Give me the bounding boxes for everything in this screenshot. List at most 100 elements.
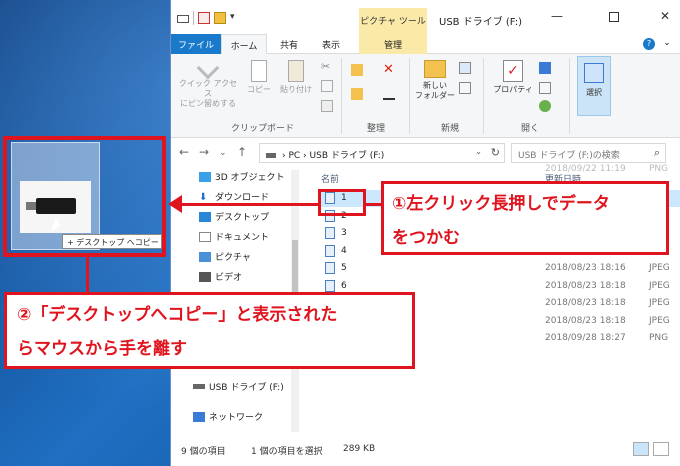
sidebar-item-label: ドキュメント	[215, 233, 270, 243]
file-type: JPEG	[649, 315, 670, 326]
drive-icon	[193, 384, 205, 389]
selected-count: 1 個の項目を選択	[251, 447, 323, 457]
sidebar-item-downloads[interactable]: ⬇ ダウンロード	[199, 190, 269, 204]
cube-icon	[199, 171, 211, 182]
column-header-name[interactable]: 名前	[321, 172, 339, 185]
move-to-icon[interactable]	[351, 64, 363, 76]
sidebar-item-3d-objects[interactable]: 3D オブジェクト	[199, 170, 285, 183]
minimize-button[interactable]: —	[549, 9, 565, 25]
file-name: 6	[341, 280, 347, 291]
customize-qat-icon[interactable]: ▾	[230, 12, 240, 24]
file-date: 2018/08/23 18:18	[545, 280, 626, 291]
ribbon-tabs: ファイル ホーム 共有 表示 管理 ⌄ ?	[171, 34, 680, 54]
properties-label: プロパティ	[493, 85, 533, 94]
properties-button[interactable]: ✓ プロパティ	[491, 60, 535, 95]
partial-type: PNG	[649, 164, 669, 174]
sidebar-item-label: デスクトップ	[215, 213, 270, 223]
easy-access-icon[interactable]	[459, 82, 471, 94]
copy-path-icon[interactable]	[321, 80, 333, 92]
qat-separator	[193, 11, 194, 25]
sidebar-item-network[interactable]: ネットワーク	[193, 410, 263, 423]
close-button[interactable]: ✕	[657, 9, 673, 25]
search-input[interactable]: USB ドライブ (F:)の検索 ⌕	[511, 143, 666, 163]
copy-button[interactable]: コピー	[245, 60, 273, 95]
address-dropdown-icon[interactable]: ⌄	[475, 147, 482, 156]
maximize-icon	[609, 12, 619, 22]
download-icon: ⬇	[199, 191, 208, 203]
new-folder-icon	[424, 60, 446, 78]
sidebar-item-label: ビデオ	[215, 273, 243, 283]
edit-icon[interactable]	[539, 82, 551, 94]
address-bar[interactable]: › PC › USB ドライブ (F:) ⌄ ↻	[259, 143, 505, 163]
file-name: 5	[341, 263, 347, 273]
recent-locations-icon[interactable]: ⌄	[219, 148, 227, 158]
arrow-head-icon	[168, 195, 182, 213]
details-view-button[interactable]	[633, 442, 649, 456]
copy-icon	[251, 60, 267, 82]
file-highlight-frame	[318, 189, 366, 216]
tab-home[interactable]: ホーム	[221, 34, 267, 54]
refresh-icon[interactable]: ↻	[491, 146, 500, 159]
breadcrumb-pc[interactable]: PC	[288, 151, 300, 161]
sidebar-item-documents[interactable]: ドキュメント	[199, 230, 269, 243]
quick-access-toolbar: ▾	[177, 11, 240, 25]
file-name: 4	[341, 245, 347, 256]
sidebar-item-label: 3D オブジェクト	[215, 173, 285, 183]
sidebar-item-desktop[interactable]: デスクトップ	[199, 210, 269, 223]
pictures-icon	[199, 251, 211, 262]
forward-icon[interactable]: →	[199, 145, 209, 159]
video-icon	[199, 271, 211, 282]
new-item-icon[interactable]	[459, 62, 471, 74]
check-qat-icon[interactable]	[198, 12, 210, 24]
copy-to-icon[interactable]	[351, 88, 363, 100]
window-title: USB ドライブ (F:)	[439, 17, 523, 28]
document-icon	[199, 231, 211, 242]
properties-qat-icon[interactable]	[177, 15, 189, 23]
group-separator	[409, 58, 410, 134]
pin-label: クイック アクセス にピン留めする	[178, 79, 238, 108]
new-folder-qat-icon[interactable]	[214, 12, 226, 24]
file-date: 2018/08/23 18:16	[545, 263, 626, 273]
paste-button[interactable]: 貼り付け	[279, 60, 313, 95]
tab-share[interactable]: 共有	[271, 34, 307, 54]
new-folder-label: 新しい フォルダー	[415, 81, 455, 100]
cut-icon[interactable]: ✂	[321, 60, 333, 73]
collapse-ribbon-button[interactable]: ⌄	[659, 34, 675, 54]
file-type: JPEG	[649, 263, 670, 273]
help-button[interactable]: ?	[641, 34, 657, 54]
maximize-button[interactable]	[606, 9, 622, 25]
sidebar-item-usb-drive[interactable]: USB ドライブ (F:)	[193, 380, 284, 393]
sidebar-item-pictures[interactable]: ピクチャ	[199, 250, 251, 263]
title-bar: ▾ ピクチャ ツール USB ドライブ (F:) — ✕	[171, 0, 680, 34]
tab-view[interactable]: 表示	[311, 34, 351, 54]
paste-shortcut-icon[interactable]	[321, 100, 333, 112]
sidebar-item-label: USB ドライブ (F:)	[209, 383, 284, 393]
desktop-icon	[199, 211, 211, 222]
open-icon[interactable]	[539, 62, 551, 74]
step1-callout: ①左クリック長押しでデータ をつかむ	[381, 181, 669, 255]
rename-icon[interactable]	[383, 88, 395, 100]
file-date: 2018/08/23 18:18	[545, 298, 626, 308]
up-icon[interactable]: ↑	[237, 145, 247, 159]
group-separator	[483, 58, 484, 134]
sidebar-item-label: ピクチャ	[215, 253, 251, 263]
paste-icon	[288, 60, 304, 82]
back-icon[interactable]: ←	[179, 145, 189, 159]
table-row[interactable]: 5 2018/08/23 18:16 JPEG	[321, 260, 680, 277]
partial-date: 2018/09/22 11:19	[545, 164, 626, 174]
breadcrumb-drive[interactable]: USB ドライブ (F:)	[310, 151, 385, 161]
help-icon: ?	[643, 38, 655, 50]
history-icon[interactable]	[539, 100, 551, 112]
sidebar-item-videos[interactable]: ビデオ	[199, 270, 242, 283]
pin-to-quick-access-button[interactable]: クイック アクセス にピン留めする	[175, 56, 241, 109]
tab-file[interactable]: ファイル	[171, 34, 221, 54]
tab-manage[interactable]: 管理	[359, 34, 427, 54]
image-file-icon	[325, 227, 335, 239]
delete-icon[interactable]: ✕	[383, 62, 395, 77]
organize-group-label: 整理	[367, 124, 386, 134]
status-bar: 9 個の項目 1 個の項目を選択 289 KB	[171, 436, 680, 466]
new-folder-button[interactable]: 新しい フォルダー	[415, 60, 455, 101]
ribbon: クイック アクセス にピン留めする コピー 貼り付け ✂ クリップボード ✕ 整…	[171, 54, 680, 138]
select-button[interactable]: 選択	[577, 56, 611, 116]
large-icons-view-button[interactable]	[653, 442, 669, 456]
